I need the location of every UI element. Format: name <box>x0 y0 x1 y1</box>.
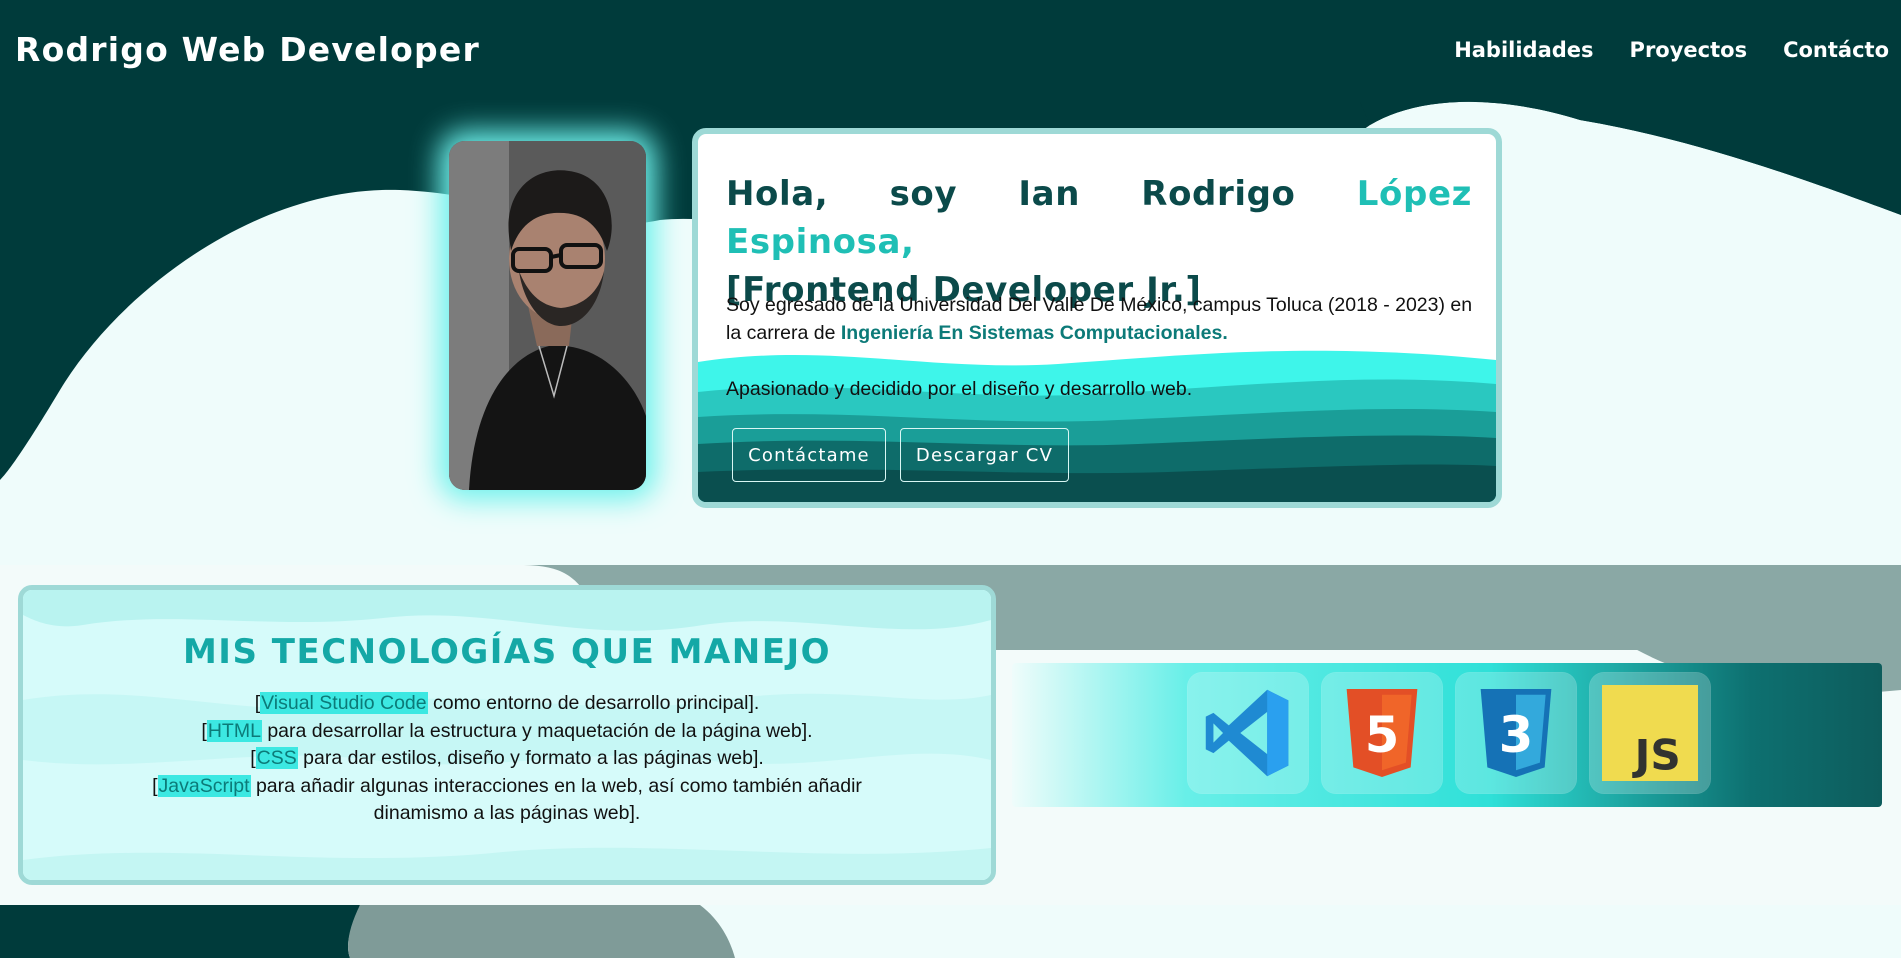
javascript-icon: JS <box>1602 685 1698 781</box>
tech-desc-html: para desarrollar la estructura y maqueta… <box>261 719 813 742</box>
bracket-open: [ <box>201 719 207 742</box>
nav-link-contacto[interactable]: Contácto <box>1783 38 1889 62</box>
tech-name-javascript: JavaScript <box>157 774 251 797</box>
technologies-heading: MIS TECNOLOGÍAS QUE MANEJO <box>182 632 832 672</box>
technologies-card: MIS TECNOLOGÍAS QUE MANEJO [ Visual Studi… <box>18 585 996 885</box>
tile-vscode[interactable] <box>1188 673 1308 793</box>
intro-education-text: Soy egresado de la Universidad Del Valle… <box>726 291 1486 347</box>
tech-item-html: [HTML para desarrollar la estructura y m… <box>23 718 991 746</box>
tech-desc-javascript: para añadir algunas interacciones en la … <box>250 774 862 797</box>
intro-degree-highlight: Ingeniería En Sistemas Computacionales. <box>840 322 1228 344</box>
css3-icon-label: 3 <box>1499 706 1534 764</box>
intro-passion-text: Apasionado y decidido por el diseño y de… <box>726 378 1193 400</box>
intro-greeting: Hola, soy Ian Rodrigo <box>726 174 1357 214</box>
bracket-open: [ <box>250 747 256 769</box>
tech-icons-strip: 5 3 JS <box>1012 663 1882 807</box>
tech-name-css: CSS <box>255 747 298 769</box>
nav-link-proyectos[interactable]: Proyectos <box>1630 38 1748 62</box>
brand-logo[interactable]: Rodrigo Web Developer <box>15 30 480 69</box>
tech-item-vscode: [Visual Studio Code como entorno de desa… <box>23 690 991 718</box>
html5-icon: 5 <box>1346 689 1418 777</box>
tech-name-vscode: Visual Studio Code <box>260 692 428 714</box>
tech-item-javascript-cont: dinamismo a las páginas web]. <box>23 800 991 828</box>
tech-name-html: HTML <box>206 719 262 742</box>
css3-icon: 3 <box>1480 689 1552 777</box>
site-header: Rodrigo Web Developer Habilidades Proyec… <box>0 0 1901 102</box>
javascript-icon-label: JS <box>1632 730 1681 779</box>
technologies-list: [ Visual Studio Code como entorno de desa… <box>23 690 991 828</box>
tech-desc-javascript-cont: dinamismo a las páginas web]. <box>373 802 641 824</box>
tech-desc-vscode: como entorno de desarrollo principal]. <box>427 692 760 714</box>
tech-item-javascript: [JavaScript para añadir algunas interacc… <box>23 773 991 801</box>
tile-javascript[interactable]: JS <box>1590 673 1710 793</box>
bracket-open: [ <box>152 774 158 797</box>
profile-photo <box>449 141 646 490</box>
tile-css3[interactable]: 3 <box>1456 673 1576 793</box>
download-cv-button[interactable]: Descargar CV <box>900 428 1069 482</box>
nav-link-habilidades[interactable]: Habilidades <box>1454 38 1593 62</box>
tile-html5[interactable]: 5 <box>1322 673 1442 793</box>
main-nav: Habilidades Proyectos Contácto <box>1454 38 1889 62</box>
profile-photo-illustration <box>449 141 646 490</box>
intro-card: Hola, soy Ian Rodrigo López Espinosa, [F… <box>692 128 1502 508</box>
vscode-icon <box>1205 689 1289 777</box>
html5-icon-label: 5 <box>1365 706 1400 764</box>
tech-item-css: [CSS para dar estilos, diseño y formato … <box>23 745 991 773</box>
tech-desc-css: para dar estilos, diseño y formato a las… <box>297 747 764 769</box>
contact-button[interactable]: Contáctame <box>732 428 886 482</box>
